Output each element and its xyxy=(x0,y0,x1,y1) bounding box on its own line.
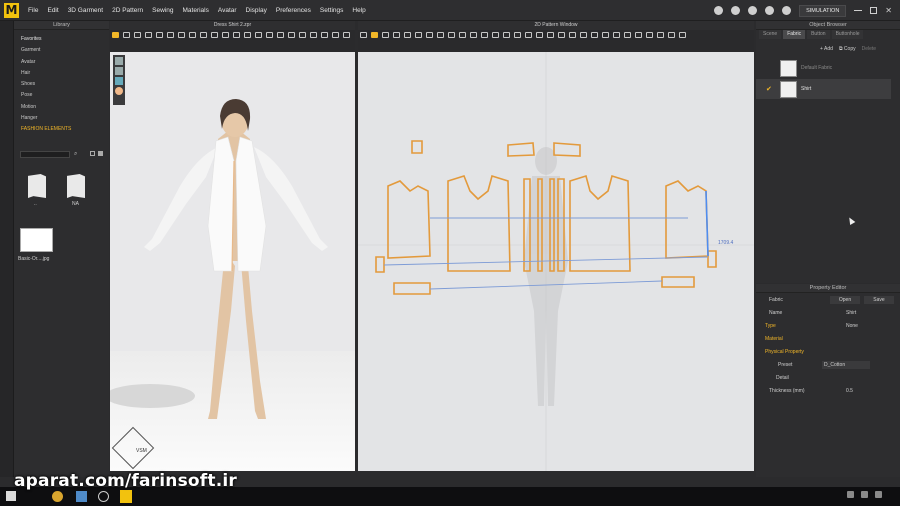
library-item-motion[interactable]: Motion xyxy=(14,102,109,113)
tab-scene[interactable]: Scene xyxy=(759,30,782,39)
fabric-name: Shirt xyxy=(801,86,812,92)
delete-fabric-button[interactable]: Delete xyxy=(862,46,876,52)
menu-2d-pattern[interactable]: 2D Pattern xyxy=(112,7,143,14)
library-item-hanger[interactable]: Hanger xyxy=(14,113,109,124)
simulation-button[interactable]: SIMULATION xyxy=(799,4,847,17)
volume-icon[interactable] xyxy=(714,6,724,15)
tab-fabric[interactable]: Fabric xyxy=(783,30,806,39)
menu-settings[interactable]: Settings xyxy=(320,7,344,14)
app-icon[interactable] xyxy=(98,491,109,502)
left-dock-strip xyxy=(0,21,14,477)
minimize-icon[interactable] xyxy=(854,10,863,11)
thickness-row: Thickness (mm) 0.5 xyxy=(756,385,900,397)
physical-property-row[interactable]: Physical Property xyxy=(756,346,900,358)
view-mode-icon[interactable] xyxy=(98,151,103,156)
add-fabric-button[interactable]: + Add xyxy=(820,46,833,52)
menu-preferences[interactable]: Preferences xyxy=(276,7,311,14)
object-browser-panel: Object Browser Scene Fabric Button Butto… xyxy=(756,21,900,283)
vsm-label: VSM xyxy=(136,448,147,454)
library-panel: Library Favorites Garment Avatar Hair Sh… xyxy=(14,21,109,477)
library-item-shoes[interactable]: Shoes xyxy=(14,79,109,90)
refresh-icon[interactable] xyxy=(90,151,95,156)
system-tray xyxy=(847,491,882,498)
menu-sewing[interactable]: Sewing xyxy=(152,7,173,14)
menu-avatar[interactable]: Avatar xyxy=(218,7,237,14)
menu-materials[interactable]: Materials xyxy=(183,7,209,14)
fabric-actions: + Add ⧉ Copy Delete xyxy=(820,46,876,52)
property-editor-panel: Property Editor Fabric Open Save Name Sh… xyxy=(756,284,900,477)
fabric-list: Default Fabric ✔ Shirt xyxy=(756,58,900,99)
menu-help[interactable]: Help xyxy=(352,7,365,14)
user-icon[interactable] xyxy=(731,6,741,15)
chrome-icon[interactable] xyxy=(52,491,63,502)
menu-3d-garment[interactable]: 3D Garment xyxy=(68,7,103,14)
explorer-icon[interactable] xyxy=(76,491,87,502)
material-row[interactable]: Material xyxy=(756,333,900,345)
save-button[interactable]: Save xyxy=(864,296,894,304)
menu-edit[interactable]: Edit xyxy=(47,7,58,14)
name-row: Name Shirt xyxy=(756,307,900,319)
fabric-row: Fabric Open Save xyxy=(756,294,900,306)
library-item-garment[interactable]: Garment xyxy=(14,45,109,56)
tray-icon[interactable] xyxy=(875,491,882,498)
tray-icon[interactable] xyxy=(847,491,854,498)
image-thumb[interactable] xyxy=(20,228,53,252)
name-field[interactable]: Shirt xyxy=(846,307,856,319)
fabric-swatch xyxy=(780,59,797,77)
mouse-cursor-icon xyxy=(846,215,856,226)
app-logo: M xyxy=(4,3,19,18)
check-icon: ✔ xyxy=(766,86,772,93)
watermark: aparat.com/farinsoft.ir xyxy=(14,471,238,491)
cart-icon[interactable] xyxy=(782,6,792,15)
tab-buttonhole[interactable]: Buttonhole xyxy=(831,30,864,39)
maximize-icon[interactable] xyxy=(870,7,878,14)
folder-thumb-icon[interactable] xyxy=(67,174,85,198)
menu-list: File Edit 3D Garment 2D Pattern Sewing M… xyxy=(28,0,375,21)
fabric-item-shirt[interactable]: ✔ Shirt xyxy=(756,79,891,99)
detail-row[interactable]: Detail xyxy=(756,372,900,384)
marvelous-designer-window: M File Edit 3D Garment 2D Pattern Sewing… xyxy=(0,0,900,506)
library-item-hair[interactable]: Hair xyxy=(14,68,109,79)
tab-button[interactable]: Button xyxy=(807,30,830,39)
library-item-avatar[interactable]: Avatar xyxy=(14,57,109,68)
measurement-label: 1709.4 xyxy=(718,240,734,246)
help-icon[interactable] xyxy=(765,6,775,15)
3d-garment-window[interactable]: Dress Shirt 2.zpr VSM xyxy=(110,21,355,471)
avatar-figure[interactable] xyxy=(110,21,355,471)
type-row[interactable]: Type None xyxy=(756,320,900,332)
folder-thumb-icon[interactable] xyxy=(28,174,46,198)
thumb-label: NA xyxy=(72,201,79,207)
object-browser-title: Object Browser xyxy=(756,21,900,30)
close-icon[interactable]: ✕ xyxy=(885,6,892,15)
2d-pattern-window[interactable]: 2D Pattern Window 1709.4 xyxy=(358,21,754,471)
copy-fabric-button[interactable]: ⧉ Copy xyxy=(839,46,856,52)
file-label: Basic-Or....jpg xyxy=(18,256,50,262)
settings-icon[interactable] xyxy=(748,6,758,15)
fabric-item-default[interactable]: Default Fabric xyxy=(756,58,900,78)
tray-icon[interactable] xyxy=(861,491,868,498)
pattern-canvas[interactable] xyxy=(358,21,754,471)
library-search-input[interactable] xyxy=(20,151,70,158)
open-button[interactable]: Open xyxy=(830,296,860,304)
thumb-label: .. xyxy=(34,201,37,207)
start-icon[interactable] xyxy=(6,491,16,501)
marvelous-taskbar-icon[interactable] xyxy=(120,490,132,503)
library-item-favorites[interactable]: Favorites xyxy=(14,34,109,45)
thickness-field[interactable]: 0.5 xyxy=(846,385,853,397)
fabric-name: Default Fabric xyxy=(801,65,833,71)
menu-file[interactable]: File xyxy=(28,7,38,14)
top-right-controls: SIMULATION ✕ xyxy=(714,0,892,21)
menu-bar: M File Edit 3D Garment 2D Pattern Sewing… xyxy=(0,0,900,21)
search-icon[interactable]: ⌕ xyxy=(74,151,77,158)
preset-row: Preset D_Cotton xyxy=(756,359,900,371)
property-editor-title: Property Editor xyxy=(756,284,900,293)
fabric-swatch xyxy=(780,80,797,98)
library-item-pose[interactable]: Pose xyxy=(14,90,109,101)
library-item-fashion-elements[interactable]: FASHION ELEMENTS xyxy=(14,124,109,135)
object-browser-tabs: Scene Fabric Button Buttonhole xyxy=(756,30,900,39)
library-title: Library xyxy=(14,21,109,30)
type-value[interactable]: None xyxy=(846,320,858,332)
menu-display[interactable]: Display xyxy=(246,7,267,14)
preset-dropdown[interactable]: D_Cotton xyxy=(822,361,870,369)
